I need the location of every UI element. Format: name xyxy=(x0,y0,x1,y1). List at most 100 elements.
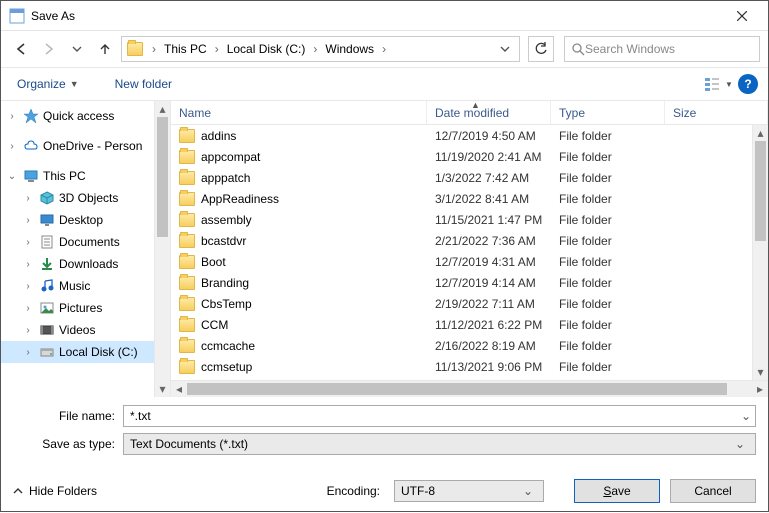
tree-label: Downloads xyxy=(59,257,118,271)
folder-icon xyxy=(179,129,195,143)
folder-icon[interactable] xyxy=(124,38,146,60)
cancel-button[interactable]: Cancel xyxy=(670,479,756,503)
tree-item[interactable]: ›3D Objects xyxy=(1,187,170,209)
tree-icon xyxy=(39,300,55,316)
folder-icon xyxy=(179,213,195,227)
file-row[interactable]: AppReadiness3/1/2022 8:41 AMFile folder xyxy=(171,188,768,209)
tree-item[interactable]: ›Local Disk (C:) xyxy=(1,341,170,363)
file-row[interactable]: assembly11/15/2021 1:47 PMFile folder xyxy=(171,209,768,230)
tree-scrollbar[interactable]: ▴▾ xyxy=(154,101,170,397)
recent-dropdown[interactable] xyxy=(65,37,89,61)
savetype-combo[interactable]: Text Documents (*.txt) ⌄ xyxy=(123,433,756,455)
file-row[interactable]: CCM11/12/2021 6:22 PMFile folder xyxy=(171,314,768,335)
tree-item[interactable]: ›Quick access xyxy=(1,105,170,127)
tree-item[interactable]: ›Music xyxy=(1,275,170,297)
nav-tree[interactable]: ›Quick access ›OneDrive - Person ⌄ This PC ›… xyxy=(1,101,171,397)
column-date[interactable]: Date modified xyxy=(427,101,551,124)
new-folder-button[interactable]: New folder xyxy=(109,73,178,95)
tree-twisty[interactable]: › xyxy=(21,259,35,270)
breadcrumb-item[interactable]: Local Disk (C:) xyxy=(223,38,310,60)
file-type: File folder xyxy=(551,129,665,143)
tree-twisty[interactable]: › xyxy=(21,281,35,292)
back-button[interactable] xyxy=(9,37,33,61)
chevron-icon[interactable]: › xyxy=(378,42,390,56)
tree-twisty[interactable]: › xyxy=(5,111,19,122)
file-row[interactable]: addins12/7/2019 4:50 AMFile folder xyxy=(171,125,768,146)
file-type: File folder xyxy=(551,255,665,269)
file-row[interactable]: ccmsetup11/13/2021 9:06 PMFile folder xyxy=(171,356,768,377)
filename-input[interactable] xyxy=(124,409,737,423)
tree-twisty[interactable]: ⌄ xyxy=(5,171,19,182)
list-scrollbar-vertical[interactable]: ▴▾ xyxy=(752,125,768,380)
tree-label: Documents xyxy=(59,235,120,249)
file-date: 2/21/2022 7:36 AM xyxy=(427,234,551,248)
savetype-dropdown-icon: ⌄ xyxy=(731,437,749,451)
file-date: 11/12/2021 6:22 PM xyxy=(427,318,551,332)
search-box[interactable] xyxy=(564,36,760,62)
chevron-icon[interactable]: › xyxy=(148,42,160,56)
filename-dropdown[interactable]: ⌄ xyxy=(737,409,755,423)
tree-item[interactable]: › Documents xyxy=(1,231,170,253)
tree-item[interactable]: ›Desktop xyxy=(1,209,170,231)
chevron-icon[interactable]: › xyxy=(309,42,321,56)
tree-item[interactable]: ›Pictures xyxy=(1,297,170,319)
tree-item[interactable]: ›OneDrive - Person xyxy=(1,135,170,157)
tree-twisty[interactable]: › xyxy=(21,237,35,248)
file-name: Branding xyxy=(201,276,249,290)
folder-icon xyxy=(179,150,195,164)
file-type: File folder xyxy=(551,339,665,353)
search-input[interactable] xyxy=(585,42,753,56)
file-name: CCM xyxy=(201,318,228,332)
file-row[interactable]: ccmcache2/16/2022 8:19 AMFile folder xyxy=(171,335,768,356)
file-date: 12/7/2019 4:31 AM xyxy=(427,255,551,269)
tree-twisty[interactable]: › xyxy=(21,347,35,358)
window-title: Save As xyxy=(31,9,722,23)
refresh-button[interactable] xyxy=(528,36,554,62)
folder-icon xyxy=(179,276,195,290)
tree-label: Videos xyxy=(59,323,95,337)
tree-twisty[interactable]: › xyxy=(21,193,35,204)
tree-twisty[interactable]: › xyxy=(21,215,35,226)
close-button[interactable] xyxy=(722,2,762,30)
file-date: 3/1/2022 8:41 AM xyxy=(427,192,551,206)
column-size[interactable]: Size xyxy=(665,101,768,124)
file-type: File folder xyxy=(551,234,665,248)
address-dropdown[interactable] xyxy=(493,37,517,61)
file-row[interactable]: apppatch1/3/2022 7:42 AMFile folder xyxy=(171,167,768,188)
file-row[interactable]: appcompat11/19/2020 2:41 AMFile folder xyxy=(171,146,768,167)
column-name[interactable]: Name xyxy=(171,101,427,124)
filename-field[interactable]: ⌄ xyxy=(123,405,756,427)
column-type[interactable]: Type xyxy=(551,101,665,124)
chevron-icon[interactable]: › xyxy=(211,42,223,56)
file-date: 11/15/2021 1:47 PM xyxy=(427,213,551,227)
forward-button[interactable] xyxy=(37,37,61,61)
up-button[interactable] xyxy=(93,37,117,61)
tree-item[interactable]: ⌄ This PC xyxy=(1,165,170,187)
tree-item[interactable]: › Downloads xyxy=(1,253,170,275)
tree-item[interactable]: › Videos xyxy=(1,319,170,341)
help-button[interactable]: ? xyxy=(738,74,758,94)
tree-label: This PC xyxy=(43,169,86,183)
tree-icon xyxy=(39,344,55,360)
tree-twisty[interactable]: › xyxy=(21,303,35,314)
tree-twisty[interactable]: › xyxy=(21,325,35,336)
file-name: appcompat xyxy=(201,150,260,164)
file-row[interactable]: Branding12/7/2019 4:14 AMFile folder xyxy=(171,272,768,293)
save-button[interactable]: Save xyxy=(574,479,660,503)
tree-icon xyxy=(23,108,39,124)
tree-icon xyxy=(39,190,55,206)
hide-folders-button[interactable]: Hide Folders xyxy=(13,484,97,498)
file-name: ccmsetup xyxy=(201,360,252,374)
address-bar[interactable]: › This PC › Local Disk (C:) › Windows › xyxy=(121,36,520,62)
tree-twisty[interactable]: › xyxy=(5,141,19,152)
file-row[interactable]: CbsTemp2/19/2022 7:11 AMFile folder xyxy=(171,293,768,314)
file-row[interactable]: Boot12/7/2019 4:31 AMFile folder xyxy=(171,251,768,272)
view-mode-button[interactable]: ▼ xyxy=(704,72,734,96)
breadcrumb-item[interactable]: Windows xyxy=(321,38,378,60)
encoding-combo[interactable]: UTF-8 ⌄ xyxy=(394,480,544,502)
breadcrumb-item[interactable]: This PC xyxy=(160,38,211,60)
file-row[interactable]: bcastdvr2/21/2022 7:36 AMFile folder xyxy=(171,230,768,251)
organize-menu[interactable]: Organize ▼ xyxy=(11,73,85,95)
list-scrollbar-horizontal[interactable]: ◂▸ xyxy=(171,380,768,397)
folder-icon xyxy=(179,318,195,332)
